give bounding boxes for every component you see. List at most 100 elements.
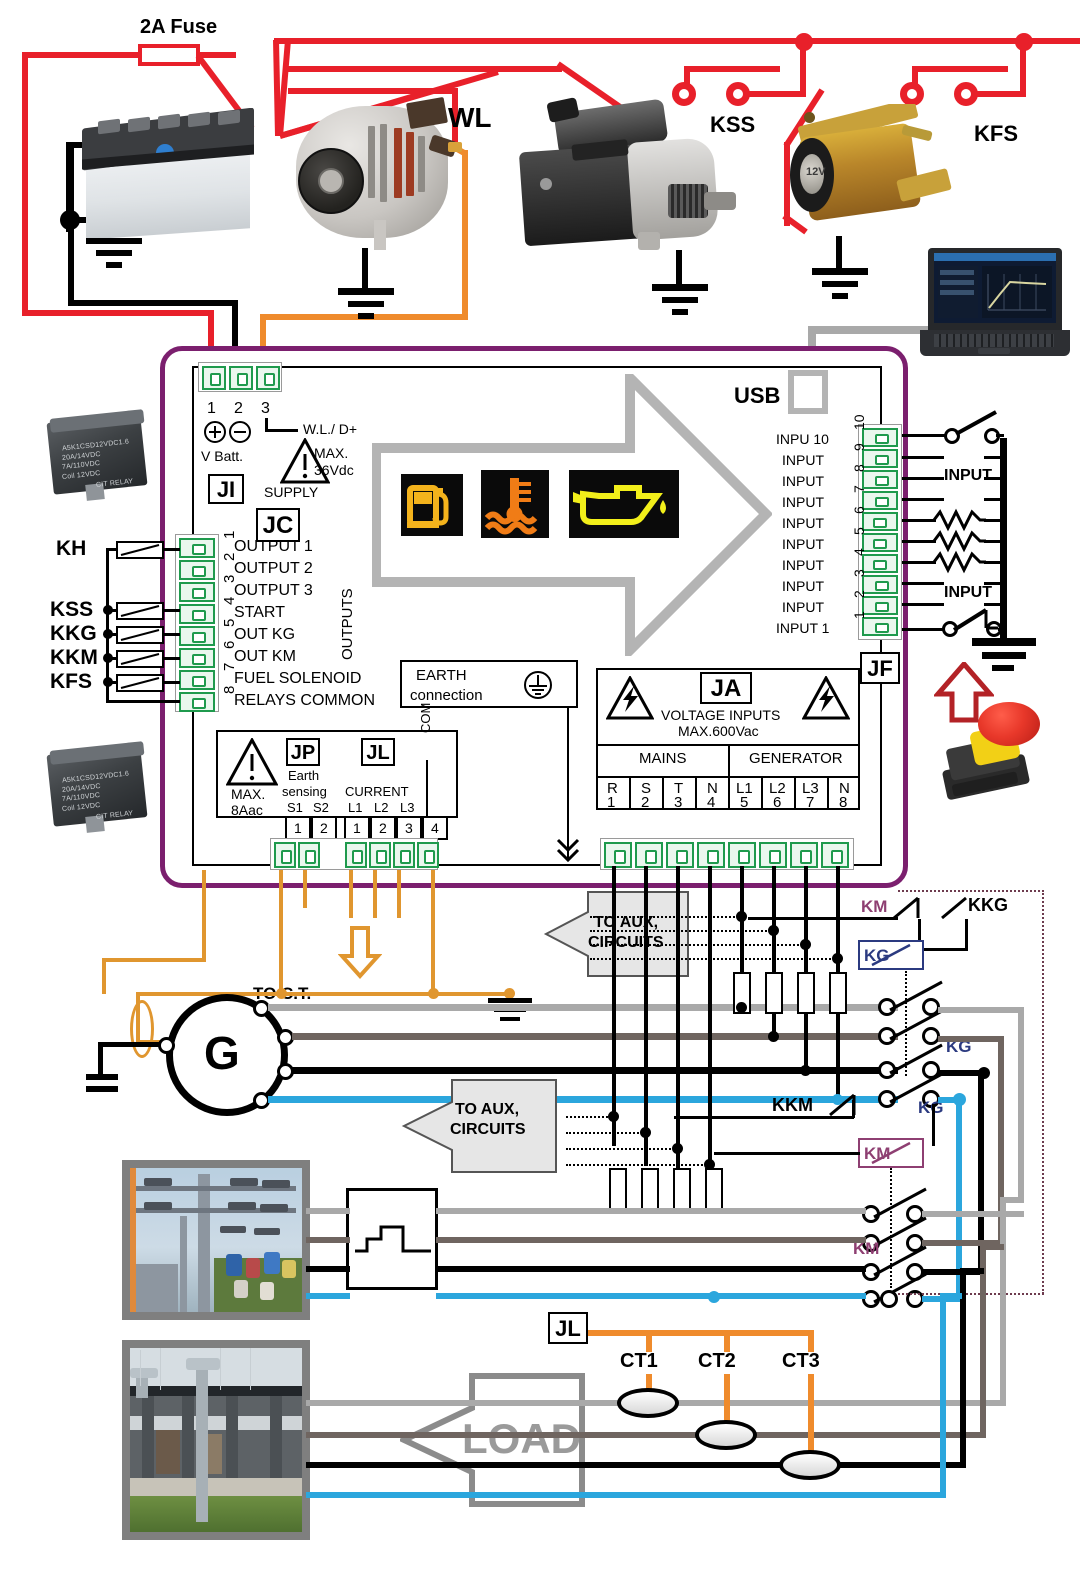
relay-label-kfs: KFS: [50, 670, 92, 693]
node-red-kfs: [1015, 33, 1033, 51]
output-terminal-8[interactable]: [179, 692, 215, 712]
ct-term-l3[interactable]: [393, 842, 415, 868]
supply-terminal-1[interactable]: [202, 366, 226, 390]
output-label-6: OUT KM: [234, 648, 296, 665]
wire-common-to-kh: [106, 548, 118, 551]
ct-term-com[interactable]: [417, 842, 439, 868]
input-terminal-8[interactable]: [862, 470, 898, 489]
output-terminal-7[interactable]: [179, 670, 215, 690]
mains-out-L1: [436, 1208, 866, 1214]
mains-out-N: [436, 1293, 866, 1299]
supply-terminal-2[interactable]: [229, 366, 253, 390]
input-terminal-2[interactable]: [862, 596, 898, 615]
wire-input10-to-bus: [996, 434, 1004, 437]
aux-label-2-line2: CIRCUITS: [450, 1121, 526, 1138]
input-terminal-7[interactable]: [862, 491, 898, 510]
voltage-terminal-strip[interactable]: [600, 838, 854, 870]
mains-out-L2: [436, 1237, 866, 1243]
wire-input9-bus: [984, 456, 1004, 459]
output-terminal-5[interactable]: [179, 626, 215, 646]
ja-term-block-3[interactable]: [666, 842, 694, 868]
earth-box-line2: connection: [410, 687, 483, 704]
supply-terminal-3[interactable]: [256, 366, 280, 390]
ja-cell-sep-5: [761, 778, 763, 810]
ja-cell-sep-2: [662, 778, 664, 810]
voltage-group-mains: MAINS: [639, 750, 687, 767]
jp-term-s2: S2: [313, 800, 329, 815]
wire-input6-right: [984, 519, 1004, 522]
current-title: CURRENT: [345, 784, 409, 799]
fuse-mains-3: [673, 1168, 691, 1210]
wire-kg-bottom-drop: [932, 1104, 935, 1146]
mains-out-L3: [436, 1266, 866, 1272]
ja-term-block-6[interactable]: [759, 842, 787, 868]
ct-terminal-strip[interactable]: [270, 838, 439, 870]
dot-sense-mains-3: [566, 1148, 682, 1150]
ct-term-l1[interactable]: [345, 842, 367, 868]
output-terminal-1[interactable]: [179, 538, 215, 558]
output-terminal-2[interactable]: [179, 560, 215, 580]
output-label-7: FUEL SOLENOID: [234, 670, 362, 687]
input-terminal-6[interactable]: [862, 512, 898, 531]
input-label-group-top: INPUT: [944, 467, 992, 484]
outputs-terminal-strip[interactable]: [175, 534, 219, 712]
relay-label-kkg: KKG: [50, 622, 97, 645]
ct3-label: CT3: [782, 1350, 820, 1372]
code-ji: JI: [208, 474, 244, 504]
node-gen-sense-1: [736, 911, 747, 922]
battery-photo: [80, 108, 258, 238]
ct-term-l2[interactable]: [369, 842, 391, 868]
ct-term-s1[interactable]: [274, 842, 296, 868]
input-terminal-3[interactable]: [862, 575, 898, 594]
ja-term-block-8[interactable]: [821, 842, 849, 868]
ct-term-s2[interactable]: [298, 842, 320, 868]
enclosure-right: [1042, 890, 1044, 1294]
sense-vert-2: [644, 866, 648, 1166]
output-terminal-6[interactable]: [179, 648, 215, 668]
signal-box: [346, 1188, 438, 1290]
supply-terminal-strip[interactable]: [198, 362, 282, 392]
ja-term-block-7[interactable]: [790, 842, 818, 868]
usb-port[interactable]: [788, 370, 828, 414]
input-label-6: INPUT: [782, 515, 824, 531]
hv-warning-right-icon: [801, 674, 851, 720]
mains-in-L1: [306, 1208, 350, 1214]
input-terminal-10[interactable]: [862, 428, 898, 447]
input-terminal-5[interactable]: [862, 533, 898, 552]
node-red-kss: [795, 33, 813, 51]
input-terminal-4[interactable]: [862, 554, 898, 573]
wire-kkm-to-out6: [164, 657, 180, 660]
input-num-4: 4: [851, 548, 867, 556]
wire-input10: [902, 434, 948, 437]
output-terminal-4[interactable]: [179, 604, 215, 624]
wire-black-bottom: [68, 300, 238, 306]
dot-sense-mains-4: [566, 1164, 714, 1166]
jl-num-1: 1: [353, 820, 361, 836]
jl-com-line: [426, 760, 428, 816]
node-gen-sense-3: [800, 939, 811, 950]
input-label-10: INPU 10: [776, 431, 829, 447]
wire-input2-stub: [902, 603, 944, 606]
wire-input8-stub: [902, 477, 944, 480]
ja-term-block-2[interactable]: [635, 842, 663, 868]
ja-term-block-1[interactable]: [604, 842, 632, 868]
earth-symbol-icon: [522, 669, 554, 701]
input-terminal-1[interactable]: [862, 617, 898, 636]
ct1-label: CT1: [620, 1350, 658, 1372]
input-terminal-9[interactable]: [862, 449, 898, 468]
voltage-inputs-max: MAX.600Vac: [678, 723, 759, 739]
load-label: LOAD: [462, 1415, 581, 1462]
wire-ct-com: [431, 870, 435, 994]
earth-sensing-line2: sensing: [282, 784, 327, 799]
wiring-diagram-canvas: 2A Fuse KSS KFS WL 12V 1 2 3 V Batt. W.L…: [0, 0, 1080, 1580]
input-num-5: 5: [851, 527, 867, 535]
wire-red-kfs-out: [976, 91, 1026, 97]
relay-contact-kkg: [116, 626, 164, 644]
input-num-6: 6: [851, 506, 867, 514]
outputs-group-label: OUTPUTS: [339, 588, 356, 660]
load-line-L2: [306, 1432, 986, 1438]
output-terminal-3[interactable]: [179, 582, 215, 602]
ja-term-block-4[interactable]: [697, 842, 725, 868]
ja-term-block-5[interactable]: [728, 842, 756, 868]
code-jl-ct: JL: [548, 1312, 588, 1344]
